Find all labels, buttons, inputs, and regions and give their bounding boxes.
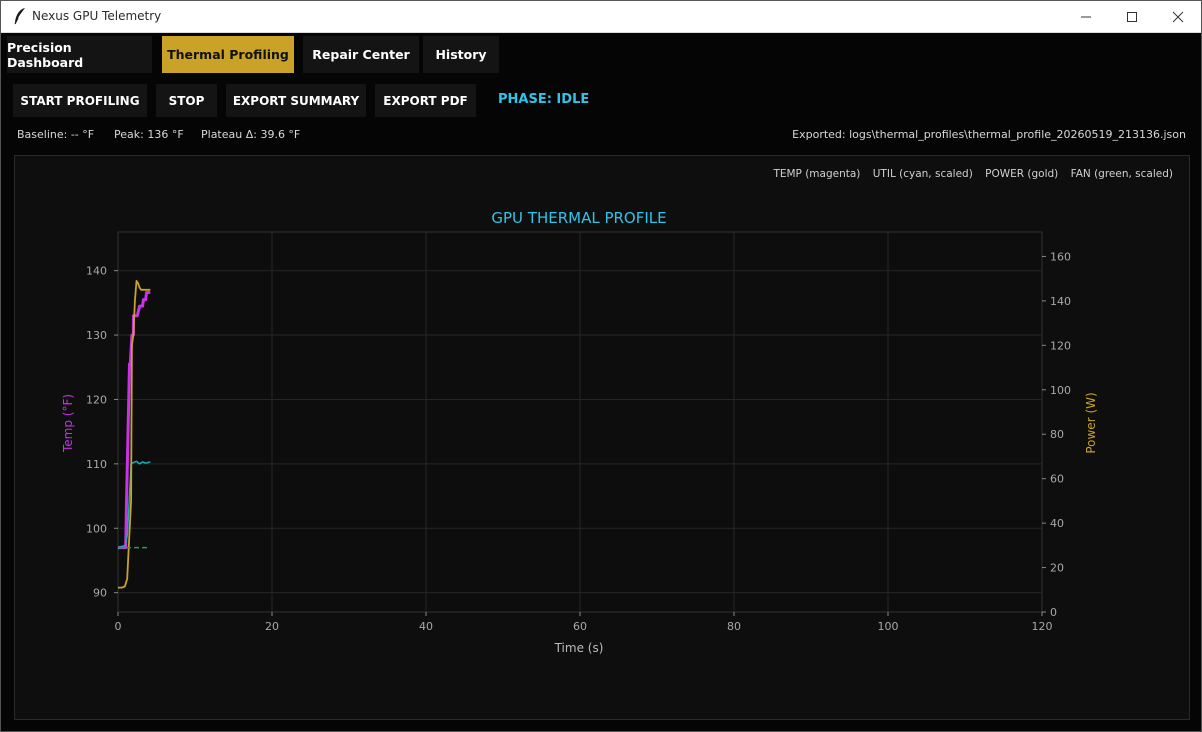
y2-tick-label: 60 bbox=[1050, 473, 1064, 486]
x-tick-label: 0 bbox=[115, 620, 122, 633]
x-axis-label: Time (s) bbox=[554, 641, 604, 655]
maximize-button[interactable] bbox=[1109, 1, 1155, 32]
export-path: Exported: logs\thermal_profiles\thermal_… bbox=[792, 128, 1186, 141]
x-tick-label: 120 bbox=[1032, 620, 1053, 633]
chart-panel: TEMP (magenta) UTIL (cyan, scaled) POWER… bbox=[14, 155, 1190, 720]
tab-thermal-profiling[interactable]: Thermal Profiling bbox=[162, 36, 294, 73]
y-tick-label: 140 bbox=[86, 265, 107, 278]
y2-tick-label: 0 bbox=[1050, 606, 1057, 619]
peak-stat: Peak: 136 °F bbox=[114, 128, 184, 141]
x-tick-label: 40 bbox=[419, 620, 433, 633]
close-button[interactable] bbox=[1155, 1, 1201, 32]
y2-tick-label: 100 bbox=[1050, 384, 1071, 397]
baseline-stat: Baseline: -- °F bbox=[17, 128, 95, 141]
y-tick-label: 120 bbox=[86, 393, 107, 406]
tab-precision-dashboard[interactable]: Precision Dashboard bbox=[7, 36, 152, 73]
y-tick-label: 110 bbox=[86, 458, 107, 471]
x-tick-label: 20 bbox=[265, 620, 279, 633]
y2-axis-label: Power (W) bbox=[1084, 392, 1098, 453]
tab-history[interactable]: History bbox=[423, 36, 499, 73]
x-tick-label: 60 bbox=[573, 620, 587, 633]
y2-tick-label: 40 bbox=[1050, 517, 1064, 530]
y2-tick-label: 20 bbox=[1050, 562, 1064, 575]
y2-tick-label: 80 bbox=[1050, 428, 1064, 441]
export-summary-button[interactable]: EXPORT SUMMARY bbox=[226, 84, 366, 117]
y-tick-label: 100 bbox=[86, 522, 107, 535]
minimize-icon bbox=[1081, 16, 1091, 17]
y2-tick-label: 120 bbox=[1050, 339, 1071, 352]
title-bar: Nexus GPU Telemetry bbox=[1, 1, 1201, 33]
thermal-profile-chart: GPU THERMAL PROFILE Time (s) Temp (°F) P… bbox=[61, 209, 1098, 655]
x-tick-label: 80 bbox=[727, 620, 741, 633]
x-tick-label: 100 bbox=[878, 620, 899, 633]
stop-button[interactable]: STOP bbox=[156, 84, 217, 117]
app-window: Nexus GPU Telemetry Precision Dashboard … bbox=[0, 0, 1202, 732]
chart-title: GPU THERMAL PROFILE bbox=[491, 209, 666, 227]
minimize-button[interactable] bbox=[1063, 1, 1109, 32]
y2-tick-label: 140 bbox=[1050, 295, 1071, 308]
close-icon bbox=[1172, 11, 1184, 22]
y2-tick-label: 160 bbox=[1050, 250, 1071, 263]
y-axis-label: Temp (°F) bbox=[61, 394, 75, 453]
maximize-icon bbox=[1127, 11, 1137, 22]
tab-repair-center[interactable]: Repair Center bbox=[303, 36, 419, 73]
start-profiling-button[interactable]: START PROFILING bbox=[13, 84, 147, 117]
y-tick-label: 130 bbox=[86, 329, 107, 342]
export-pdf-button[interactable]: EXPORT PDF bbox=[375, 84, 476, 117]
window-title: Nexus GPU Telemetry bbox=[32, 9, 162, 23]
y-tick-label: 90 bbox=[93, 587, 107, 600]
feather-icon bbox=[14, 8, 25, 25]
phase-status: PHASE: IDLE bbox=[498, 92, 590, 107]
plateau-stat: Plateau Δ: 39.6 °F bbox=[201, 128, 301, 141]
